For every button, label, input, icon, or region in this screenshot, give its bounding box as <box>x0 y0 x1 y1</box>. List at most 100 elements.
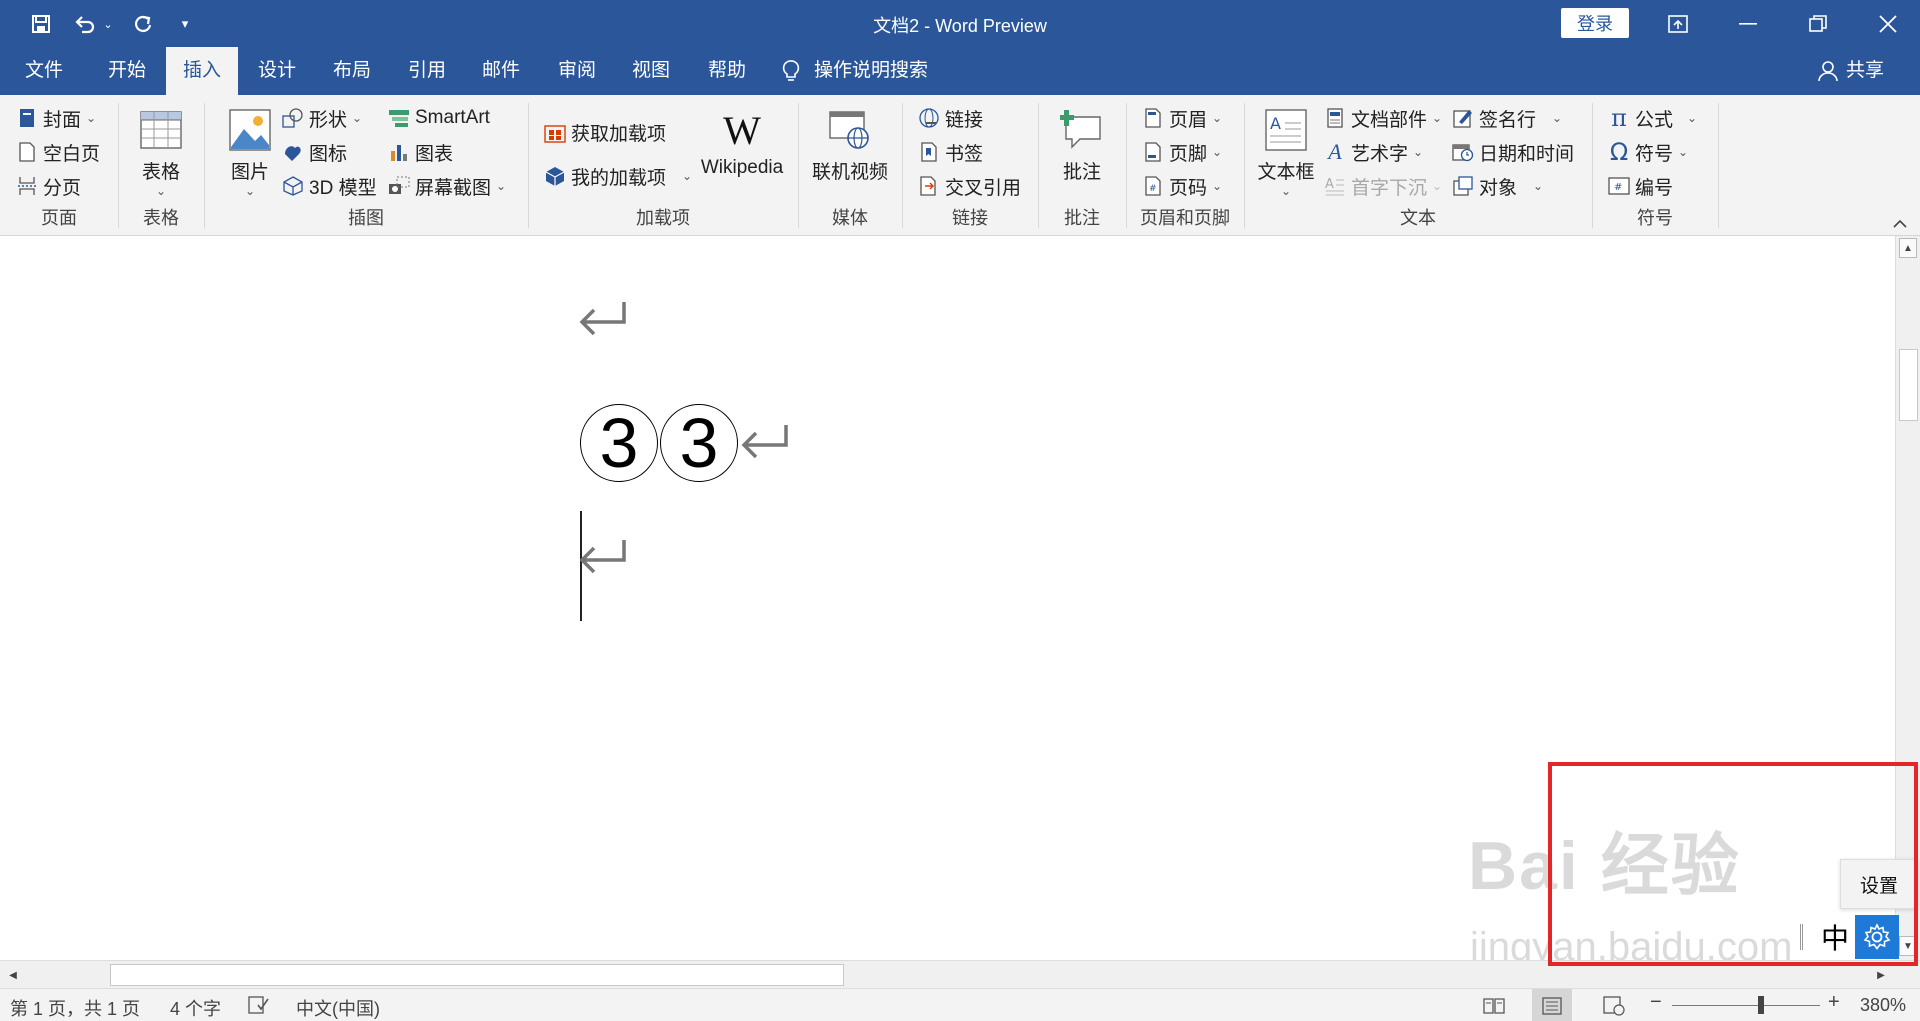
bar-chart-icon <box>388 141 410 163</box>
number-button[interactable]: # 编号 <box>1608 171 1673 201</box>
page-count[interactable]: 第 1 页，共 1 页 <box>10 995 140 1021</box>
smartart-button[interactable]: SmartArt <box>388 103 490 133</box>
cover-page-button[interactable]: 封面 ⌄ <box>16 103 96 133</box>
pictures-button[interactable]: 图片 ⌄ <box>222 107 278 198</box>
print-layout-icon[interactable] <box>1532 989 1572 1021</box>
scroll-left-icon[interactable]: ◀ <box>4 965 22 985</box>
wikipedia-button[interactable]: W Wikipedia <box>694 107 790 179</box>
undo-dropdown-icon[interactable]: ⌄ <box>100 10 116 38</box>
zoom-in-icon[interactable]: + <box>1828 991 1840 1014</box>
store-icon <box>544 121 566 143</box>
quick-parts-button[interactable]: 文档部件 ⌄ <box>1324 103 1442 133</box>
separator <box>1718 103 1719 228</box>
read-mode-icon[interactable] <box>1474 989 1514 1021</box>
tab-file[interactable]: 文件 <box>14 47 74 95</box>
text-box-button[interactable]: A 文本框 ⌄ <box>1254 107 1318 198</box>
save-icon[interactable] <box>26 10 56 38</box>
page-break-button[interactable]: 分页 <box>16 171 81 201</box>
customize-qat-icon[interactable]: ▾ <box>176 10 194 38</box>
drop-cap-icon: A <box>1324 175 1346 197</box>
screenshot-button[interactable]: 屏幕截图 ⌄ <box>388 171 506 201</box>
web-layout-icon[interactable] <box>1594 989 1634 1021</box>
icons-icon <box>282 141 304 163</box>
tab-home[interactable]: 开始 <box>96 47 158 95</box>
ime-mode-toggle[interactable]: 中 <box>1815 915 1855 959</box>
vertical-scrollbar[interactable]: ▲ ▼ <box>1895 236 1920 960</box>
ime-grip-handle[interactable] <box>1800 924 1803 950</box>
tab-view[interactable]: 视图 <box>620 47 682 95</box>
wordart-button[interactable]: A 艺术字 ⌄ <box>1324 137 1423 167</box>
table-button[interactable]: 表格 ⌄ <box>132 107 190 198</box>
tab-layout[interactable]: 布局 <box>321 47 383 95</box>
tab-insert[interactable]: 插入 <box>166 47 238 95</box>
pi-icon: π <box>1611 104 1627 132</box>
minimize-icon[interactable] <box>1716 0 1780 47</box>
close-icon[interactable] <box>1856 0 1920 47</box>
3d-models-button[interactable]: 3D 模型 <box>282 171 377 201</box>
group-links: 链接 书签 交叉引用 链接 <box>902 99 1038 232</box>
wikipedia-icon: W <box>723 107 761 153</box>
language-indicator[interactable]: 中文(中国) <box>296 995 380 1021</box>
window-title: 文档2 - Word Preview <box>873 16 1047 36</box>
drop-cap-button: A 首字下沉 ⌄ <box>1324 175 1443 199</box>
text-box-icon: A <box>1263 107 1309 153</box>
word-count[interactable]: 4 个字 <box>170 995 221 1021</box>
ime-toolbar: 中 <box>1800 915 1899 959</box>
quick-parts-icon <box>1324 107 1346 129</box>
new-comment-button[interactable]: 批注 <box>1054 107 1110 184</box>
equation-button[interactable]: π 公式 ⌄ <box>1608 103 1697 133</box>
tab-mailings[interactable]: 邮件 <box>470 47 532 95</box>
zoom-slider-thumb[interactable] <box>1757 996 1764 1014</box>
tab-design[interactable]: 设计 <box>246 47 308 95</box>
header-icon <box>1142 107 1164 129</box>
link-icon <box>918 107 940 129</box>
tell-me-search[interactable]: 操作说明搜索 <box>782 47 928 95</box>
vertical-scroll-thumb[interactable] <box>1899 349 1918 421</box>
symbol-button[interactable]: Ω 符号 ⌄ <box>1608 137 1688 167</box>
enclosed-characters[interactable]: 3 3 <box>580 404 790 482</box>
get-addins-button[interactable]: 获取加载项 <box>544 117 666 147</box>
word-window: ⌄ ▾ 文档2 - Word Preview 登录 文件 开始 插入 设计 布局… <box>0 0 1920 1021</box>
tab-references[interactable]: 引用 <box>396 47 458 95</box>
chart-button[interactable]: 图表 <box>388 137 453 167</box>
tab-review[interactable]: 审阅 <box>546 47 608 95</box>
group-text: A 文本框 ⌄ 文档部件 ⌄ A 艺术字 ⌄ A 首字下沉 ⌄ 签名行 ⌄ 日期… <box>1244 99 1592 232</box>
cross-reference-button[interactable]: 交叉引用 <box>918 171 1021 201</box>
gear-icon[interactable] <box>1855 915 1899 959</box>
proofing-icon[interactable] <box>248 995 270 1020</box>
blank-page-button[interactable]: 空白页 <box>16 137 100 167</box>
zoom-level[interactable]: 380% <box>1860 995 1906 1016</box>
login-button[interactable]: 登录 <box>1561 8 1629 38</box>
page-break-icon <box>16 175 38 197</box>
my-addins-button[interactable]: 我的加载项 ⌄ <box>544 161 692 191</box>
zoom-out-icon[interactable]: − <box>1650 991 1662 1014</box>
ribbon-display-options-icon[interactable] <box>1646 0 1710 47</box>
signature-line-button[interactable]: 签名行 ⌄ <box>1452 103 1562 133</box>
shapes-button[interactable]: 形状 ⌄ <box>282 103 362 133</box>
wordart-icon: A <box>1328 139 1342 164</box>
object-button[interactable]: 对象 ⌄ <box>1452 171 1543 201</box>
horizontal-scroll-thumb[interactable] <box>110 964 844 986</box>
date-time-button[interactable]: 日期和时间 <box>1452 137 1574 167</box>
share-button[interactable]: 共享 <box>1818 47 1884 95</box>
ime-settings-tooltip[interactable]: 设置 <box>1840 859 1918 909</box>
header-button[interactable]: 页眉 ⌄ <box>1142 103 1222 133</box>
redo-icon[interactable] <box>128 10 158 38</box>
online-video-button[interactable]: 联机视频 <box>804 107 896 184</box>
scroll-up-icon[interactable]: ▲ <box>1899 238 1917 258</box>
restore-icon[interactable] <box>1786 0 1850 47</box>
page-number-button[interactable]: # 页码 ⌄ <box>1142 171 1222 201</box>
icons-button[interactable]: 图标 <box>282 137 347 167</box>
scroll-right-icon[interactable]: ▶ <box>1872 965 1890 985</box>
link-button[interactable]: 链接 <box>918 103 983 133</box>
horizontal-scrollbar[interactable]: ◀ ▶ <box>0 960 1920 988</box>
collapse-ribbon-icon[interactable] <box>1888 213 1912 233</box>
zoom-slider[interactable] <box>1672 1005 1820 1006</box>
tab-help[interactable]: 帮助 <box>696 47 758 95</box>
footer-button[interactable]: 页脚 ⌄ <box>1142 137 1222 167</box>
group-comments: 批注 批注 <box>1038 99 1126 232</box>
chevron-down-icon: ⌄ <box>1280 184 1292 198</box>
bookmark-button[interactable]: 书签 <box>918 137 983 167</box>
undo-icon[interactable] <box>70 10 100 38</box>
scroll-down-icon[interactable]: ▼ <box>1899 936 1917 956</box>
